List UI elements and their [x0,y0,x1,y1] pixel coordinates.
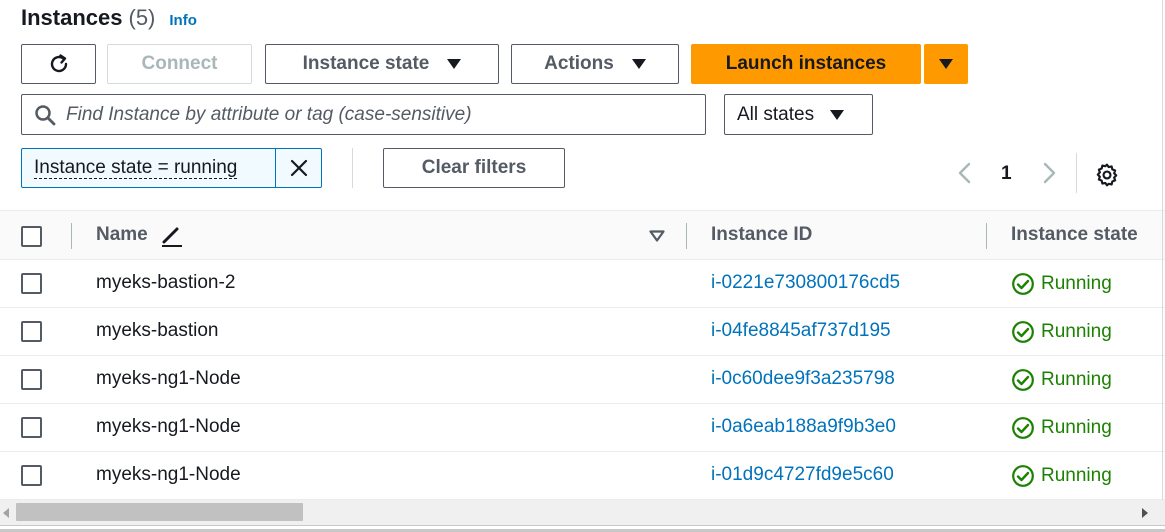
current-page[interactable]: 1 [1001,163,1012,185]
instance-state-label: Running [1041,465,1112,486]
instance-state-label: Running [1041,417,1112,438]
column-header-instance-id[interactable]: Instance ID [711,224,812,246]
instance-state: Running [1011,464,1112,488]
scroll-left-arrow-icon[interactable] [3,508,9,518]
table-header: Name Instance ID Instance state [0,210,1165,260]
row-checkbox[interactable] [21,321,42,342]
row-checkbox[interactable] [21,417,42,438]
instance-state-label: Instance state [302,53,430,74]
column-divider [686,223,687,249]
remove-filter-button[interactable] [275,149,321,187]
gear-icon[interactable] [1094,162,1120,188]
table-row[interactable]: myeks-bastion-2 i-0221e730800176cd5 Runn… [0,260,1165,308]
info-link[interactable]: Info [169,12,197,29]
filter-token: Instance state = running [21,148,322,188]
table-row[interactable]: myeks-ng1-Node i-0c60dee9f3a235798 Runni… [0,356,1165,404]
instance-name: myeks-bastion [96,320,219,341]
actions-label: Actions [544,53,614,74]
instance-id-link[interactable]: i-0221e730800176cd5 [711,272,900,294]
page-header: Instances (5) Info [21,5,197,37]
instance-id-link[interactable]: i-01d9c4727fd9e5c60 [711,464,894,486]
select-all-checkbox[interactable] [21,226,42,247]
actions-dropdown[interactable]: Actions [511,44,679,84]
launch-instances-button[interactable]: Launch instances [691,44,921,84]
row-checkbox[interactable] [21,369,42,390]
instance-id-link[interactable]: i-0a6eab188a9f9b3e0 [711,416,896,438]
search-icon [35,104,56,125]
instance-name: myeks-ng1-Node [96,368,241,389]
row-checkbox[interactable] [21,273,42,294]
search-box[interactable] [21,94,706,135]
column-header-name[interactable]: Name [96,224,148,246]
state-filter-select[interactable]: All states [724,94,873,135]
edit-icon [162,227,182,247]
table-row[interactable]: myeks-ng1-Node i-01d9c4727fd9e5c60 Runni… [0,452,1165,500]
table-row[interactable]: myeks-ng1-Node i-0a6eab188a9f9b3e0 Runni… [0,404,1165,452]
connect-button[interactable]: Connect [107,44,252,84]
caret-down-icon [830,109,845,120]
instance-state: Running [1011,368,1112,392]
status-ok-icon [1012,465,1034,487]
instance-count: (5) [128,5,156,30]
scrollbar-thumb[interactable] [16,503,303,521]
instance-state: Running [1011,320,1112,344]
caret-down-icon [447,59,462,69]
refresh-icon [50,54,67,73]
instance-name: myeks-ng1-Node [96,464,241,485]
page-title: Instances [21,5,123,30]
instance-state-label: Running [1041,273,1112,294]
row-checkbox[interactable] [21,465,42,486]
instance-name: myeks-bastion-2 [96,272,236,293]
instance-state-label: Running [1041,369,1112,390]
instance-state: Running [1011,416,1112,440]
refresh-button[interactable] [21,44,96,84]
horizontal-scrollbar[interactable] [0,500,1165,526]
launch-options-dropdown[interactable] [924,44,968,84]
chevron-right-icon[interactable] [1036,160,1062,186]
instance-state-dropdown[interactable]: Instance state [265,44,499,84]
column-divider [986,223,987,249]
chevron-left-icon[interactable] [952,160,978,186]
column-divider [71,223,72,249]
sort-icon[interactable] [649,230,665,242]
column-header-instance-state[interactable]: Instance state [1011,224,1138,246]
table-right-edge [1162,0,1163,500]
pager-divider [1076,153,1077,193]
instance-state-label: Running [1041,321,1112,342]
instance-id-link[interactable]: i-04fe8845af737d195 [711,320,891,342]
clear-filters-button[interactable]: Clear filters [383,148,565,188]
status-ok-icon [1012,417,1034,439]
instance-state: Running [1011,272,1112,296]
status-ok-icon [1012,369,1034,391]
status-ok-icon [1012,321,1034,343]
instance-id-link[interactable]: i-0c60dee9f3a235798 [711,368,895,390]
instances-table: Name Instance ID Instance state myeks-ba… [0,210,1165,500]
scroll-right-arrow-icon[interactable] [1142,508,1148,518]
instance-name: myeks-ng1-Node [96,416,241,437]
table-row[interactable]: myeks-bastion i-04fe8845af737d195 Runnin… [0,308,1165,356]
state-filter-value: All states [737,103,815,125]
search-input[interactable] [66,103,686,126]
status-ok-icon [1012,273,1034,295]
toolbar-divider [352,148,353,188]
filter-token-label: Instance state = running [34,156,238,179]
caret-down-icon [939,59,953,69]
filter-token-label-wrap[interactable]: Instance state = running [22,149,275,187]
close-icon [290,159,307,177]
caret-down-icon [631,59,646,69]
